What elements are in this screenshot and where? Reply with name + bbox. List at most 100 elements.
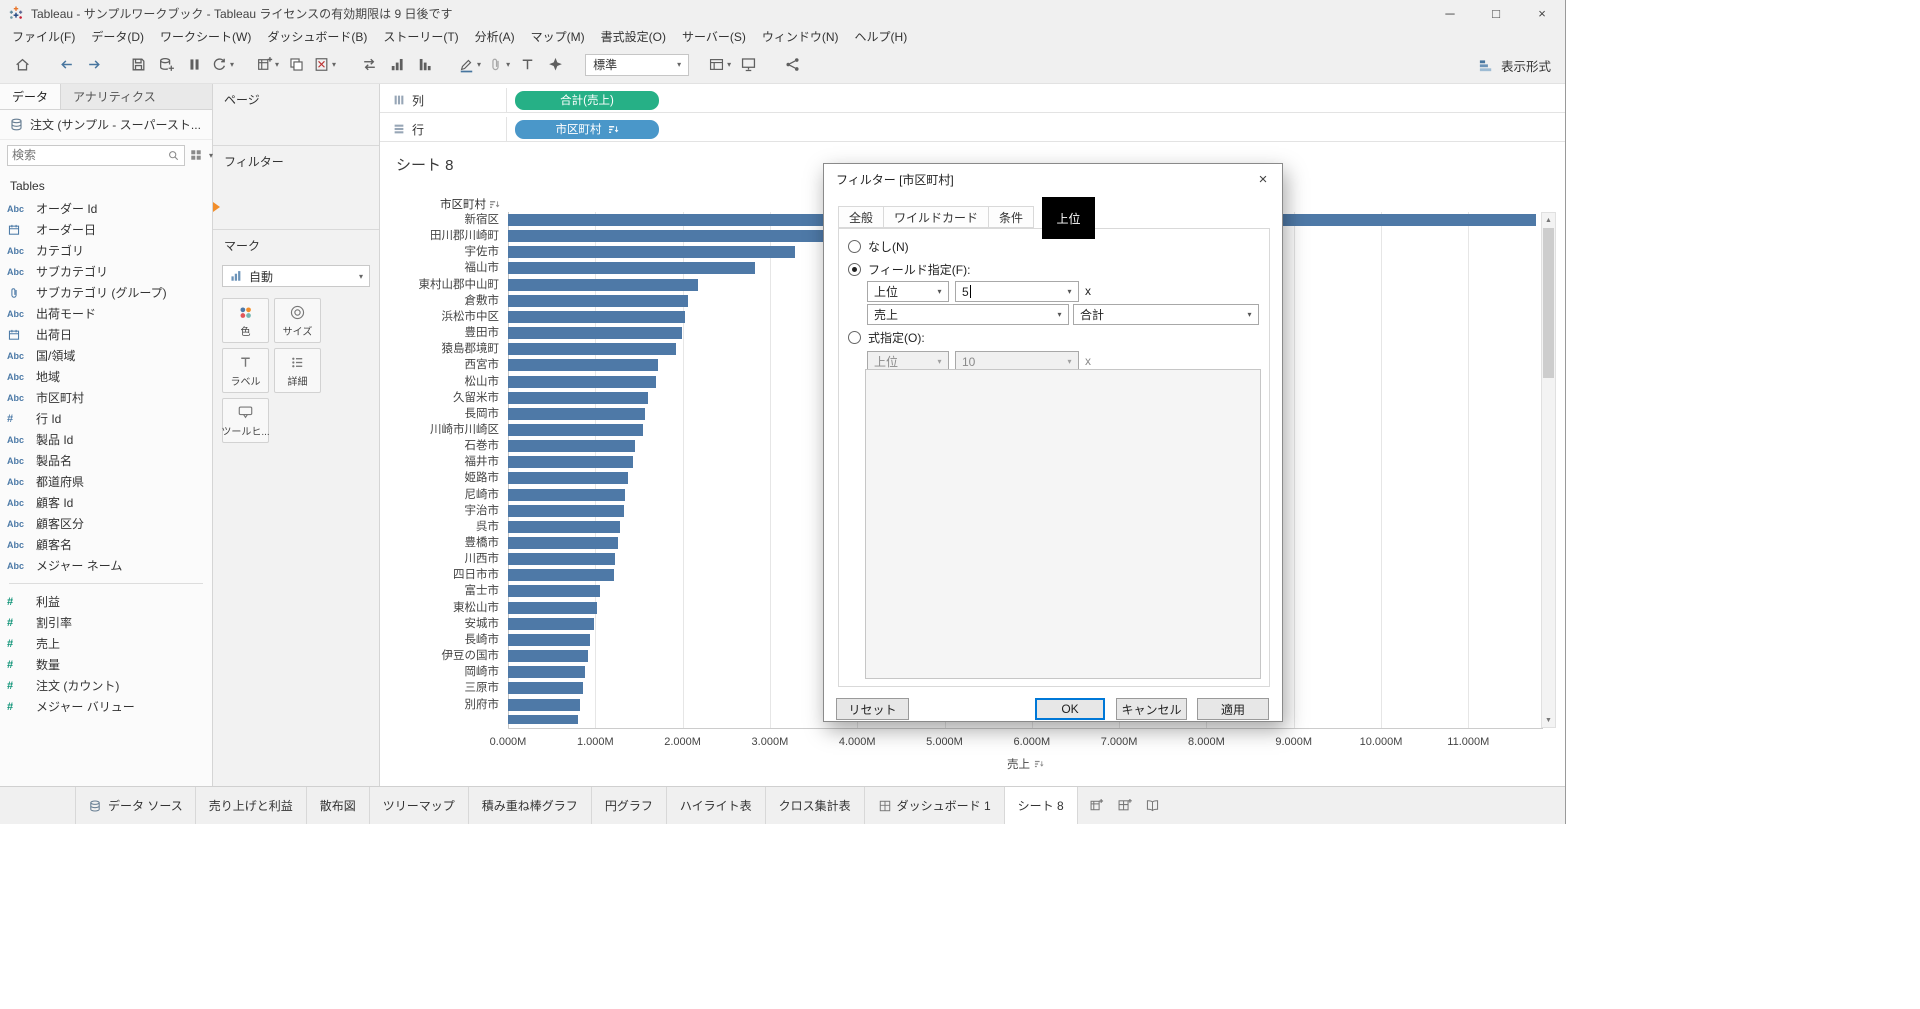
top-direction-select[interactable]: 上位 ▾ bbox=[867, 281, 949, 302]
bar-mark[interactable] bbox=[508, 553, 616, 566]
menu-item[interactable]: ストーリー(T) bbox=[375, 26, 466, 47]
menu-item[interactable]: ウィンドウ(N) bbox=[754, 26, 847, 47]
category-label[interactable]: 姫路市 bbox=[380, 470, 500, 486]
category-label[interactable]: 西宮市 bbox=[380, 357, 500, 373]
bar-mark[interactable] bbox=[508, 585, 600, 598]
field-item[interactable]: # 注文 (カウント) bbox=[0, 675, 212, 696]
filter-by-field-radio[interactable]: フィールド指定(F): bbox=[848, 261, 970, 278]
category-label[interactable]: 川西市 bbox=[380, 551, 500, 567]
filter-none-radio[interactable]: なし(N) bbox=[848, 238, 909, 255]
ok-button[interactable]: OK bbox=[1035, 698, 1105, 720]
clear-sheet-button[interactable]: ▾ bbox=[310, 51, 339, 79]
swap-axes-button[interactable] bbox=[355, 51, 383, 79]
bar-mark[interactable] bbox=[508, 246, 796, 259]
close-button[interactable]: × bbox=[1519, 0, 1565, 26]
bar-mark[interactable] bbox=[508, 230, 827, 243]
pause-updates-button[interactable] bbox=[180, 51, 208, 79]
category-label[interactable]: 東松山市 bbox=[380, 600, 499, 616]
menu-item[interactable]: ダッシュボード(B) bbox=[259, 26, 375, 47]
category-label[interactable]: 尼崎市 bbox=[380, 487, 500, 503]
category-label[interactable]: 三原市 bbox=[380, 680, 500, 696]
bar-mark[interactable] bbox=[508, 359, 659, 372]
sheet-tab[interactable]: ハイライト表 bbox=[667, 787, 766, 824]
bar-mark[interactable] bbox=[508, 423, 644, 436]
pill-sum-sales[interactable]: 合計(売上) bbox=[515, 90, 659, 110]
filter-tab-condition[interactable]: 条件 bbox=[989, 206, 1035, 228]
category-label[interactable]: 倉敷市 bbox=[380, 293, 500, 309]
field-item[interactable]: Abc 製品 Id bbox=[0, 429, 212, 450]
field-item[interactable]: # 売上 bbox=[0, 633, 212, 654]
bar-mark[interactable] bbox=[508, 391, 648, 404]
filter-tab-wildcard[interactable]: ワイルドカード bbox=[884, 206, 990, 228]
field-item[interactable]: Abc 顧客名 bbox=[0, 534, 212, 555]
mark-type-select[interactable]: 自動 ▾ bbox=[222, 265, 370, 287]
auto-updates-button[interactable]: ▾ bbox=[208, 51, 237, 79]
bar-mark[interactable] bbox=[508, 537, 618, 549]
field-item[interactable]: # 行 Id bbox=[0, 408, 212, 429]
scroll-down-arrow[interactable]: ▼ bbox=[1542, 713, 1555, 727]
aggregation-select[interactable]: 合計 ▾ bbox=[1073, 304, 1259, 325]
category-label[interactable]: 四日市市 bbox=[380, 567, 499, 583]
category-label[interactable]: 川崎市川崎区 bbox=[380, 422, 499, 438]
minimize-button[interactable]: ─ bbox=[1427, 0, 1473, 26]
sheet-tab[interactable]: 売り上げと利益 bbox=[196, 787, 307, 824]
group-button[interactable]: ▾ bbox=[484, 51, 513, 79]
filter-by-formula-radio[interactable]: 式指定(O): bbox=[848, 329, 925, 346]
new-worksheet-button[interactable]: ▾ bbox=[253, 51, 282, 79]
category-label[interactable]: 別府市 bbox=[380, 697, 500, 713]
data-source-tab[interactable]: データ ソース bbox=[75, 787, 196, 824]
field-item[interactable]: # メジャー バリュー bbox=[0, 696, 212, 717]
menu-item[interactable]: データ(D) bbox=[83, 26, 152, 47]
bar-mark[interactable] bbox=[508, 294, 688, 307]
maximize-button[interactable]: □ bbox=[1473, 0, 1519, 26]
bar-mark[interactable] bbox=[508, 327, 682, 339]
bar-mark[interactable] bbox=[508, 472, 628, 485]
marks-label-button[interactable]: ラベル bbox=[222, 348, 269, 393]
bar-mark[interactable] bbox=[508, 375, 657, 388]
category-label[interactable]: 豊橋市 bbox=[380, 535, 500, 551]
bar-mark[interactable] bbox=[508, 698, 580, 711]
menu-item[interactable]: 書式設定(O) bbox=[593, 26, 674, 47]
sheet-tab[interactable]: ツリーマップ bbox=[370, 787, 469, 824]
category-label[interactable]: 豊田市 bbox=[380, 325, 500, 341]
save-button[interactable] bbox=[124, 51, 152, 79]
category-label[interactable]: 石巻市 bbox=[380, 438, 500, 454]
bar-mark[interactable] bbox=[508, 601, 597, 614]
category-label[interactable]: 岡崎市 bbox=[380, 664, 500, 680]
category-label[interactable]: 富士市 bbox=[380, 583, 500, 599]
marks-size-button[interactable]: サイズ bbox=[274, 298, 321, 343]
field-select[interactable]: 売上 ▾ bbox=[867, 304, 1069, 325]
bar-mark[interactable] bbox=[508, 310, 686, 323]
sheet-tab[interactable]: 散布図 bbox=[307, 787, 370, 824]
new-dashboard-tab-button[interactable] bbox=[1112, 793, 1138, 819]
sheet-tab[interactable]: 積み重ね棒グラフ bbox=[469, 787, 592, 824]
dialog-close-button[interactable]: × bbox=[1248, 167, 1278, 191]
scroll-up-arrow[interactable]: ▲ bbox=[1542, 213, 1555, 227]
field-item[interactable]: # 割引率 bbox=[0, 612, 212, 633]
dialog-titlebar[interactable]: フィルター [市区町村] bbox=[824, 164, 1282, 194]
new-worksheet-tab-button[interactable] bbox=[1084, 793, 1110, 819]
grid-view-icon[interactable] bbox=[189, 148, 203, 162]
show-mark-labels-button[interactable] bbox=[513, 51, 541, 79]
sheet-tab[interactable]: ダッシュボード 1 bbox=[865, 787, 1005, 824]
new-story-tab-button[interactable] bbox=[1140, 793, 1166, 819]
category-label[interactable]: 長崎市 bbox=[380, 632, 500, 648]
cancel-button[interactable]: キャンセル bbox=[1116, 698, 1187, 720]
bar-mark[interactable] bbox=[508, 650, 589, 662]
category-label[interactable]: 宇佐市 bbox=[380, 244, 500, 260]
field-item[interactable]: Abc 都道府県 bbox=[0, 471, 212, 492]
reset-button[interactable]: リセット bbox=[836, 698, 909, 720]
category-label[interactable]: 伊豆の国市 bbox=[380, 648, 500, 664]
field-item[interactable]: Abc メジャー ネーム bbox=[0, 555, 212, 576]
category-label[interactable]: 久留米市 bbox=[380, 390, 499, 406]
bar-mark[interactable] bbox=[508, 682, 584, 695]
field-item[interactable]: Abc 国/領域 bbox=[0, 345, 212, 366]
bar-mark[interactable] bbox=[508, 440, 635, 453]
bar-mark[interactable] bbox=[508, 504, 625, 517]
category-label[interactable]: 長岡市 bbox=[380, 406, 500, 422]
vertical-scrollbar[interactable]: ▲ ▼ bbox=[1541, 212, 1556, 728]
field-item[interactable]: Abc 顧客区分 bbox=[0, 513, 212, 534]
filter-tab-top[interactable]: 上位 bbox=[1042, 197, 1096, 239]
sheet-tab[interactable]: シート 8 bbox=[1004, 787, 1078, 824]
share-button[interactable] bbox=[778, 51, 806, 79]
